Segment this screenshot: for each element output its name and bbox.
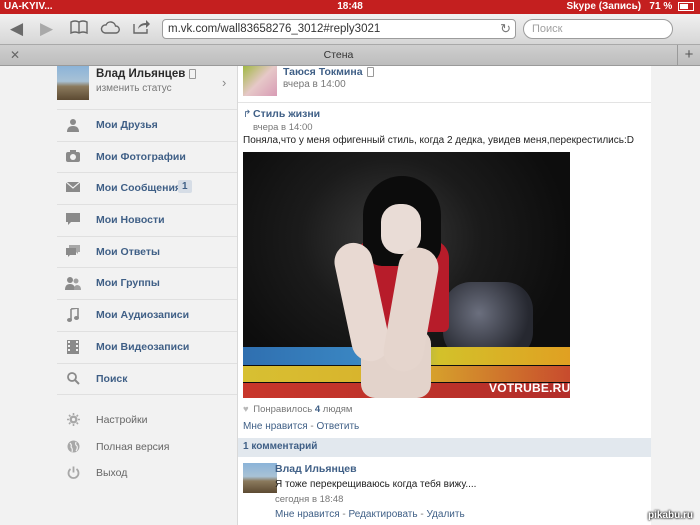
menu-separator: [57, 395, 237, 405]
post-text: Поняла,что у меня офигенный стиль, когда…: [243, 135, 634, 146]
sidebar-item-answers[interactable]: Мои Ответы: [57, 237, 237, 269]
profile-header[interactable]: Влад Ильянцев изменить статус ›: [0, 66, 237, 106]
plus-icon[interactable]: +: [677, 45, 700, 65]
battery-icon: [678, 1, 694, 11]
sidebar-item-audio[interactable]: Мои Аудиозаписи: [57, 300, 237, 332]
post-author-avatar[interactable]: [243, 66, 277, 96]
profile-name: Влад Ильянцев: [96, 68, 197, 80]
sidebar: Влад Ильянцев изменить статус › Мои Друз…: [0, 66, 238, 525]
close-icon[interactable]: ✕: [10, 45, 20, 65]
divider: [238, 102, 651, 103]
person-icon: [65, 118, 81, 132]
reload-icon[interactable]: ↻: [500, 20, 511, 38]
sidebar-item-logout[interactable]: Выход: [57, 458, 237, 485]
likes-count: 4: [314, 404, 321, 415]
browser-toolbar: ◀ ▶ m.vk.com/wall83658276_3012#reply3021…: [0, 14, 700, 45]
comments-count: 1 комментарий: [243, 441, 318, 452]
right-margin: [651, 66, 700, 525]
sidebar-item-friends[interactable]: Мои Друзья: [57, 109, 237, 142]
mobile-icon: [366, 67, 374, 78]
search-placeholder: Поиск: [532, 23, 563, 35]
ios-status-bar: UA-KYIV... 18:48 Skype (Запись) 71 %: [0, 0, 700, 14]
film-icon: [65, 339, 81, 354]
speech-bubble-icon: [65, 213, 81, 227]
gear-icon: [65, 413, 81, 427]
camera-icon: [65, 149, 81, 164]
photo-figure-face: [381, 204, 421, 254]
repost-time: вчера в 14:00: [253, 122, 313, 133]
back-arrow-icon[interactable]: ◀: [10, 19, 23, 39]
book-icon[interactable]: [70, 19, 88, 39]
wall-post-view: Таюся Токмина вчера в 14:00 ↱ Стиль жизн…: [238, 66, 651, 525]
chat-bubbles-icon: [65, 244, 81, 259]
sidebar-item-search[interactable]: Поиск: [57, 364, 237, 396]
chevron-right-icon: ›: [222, 75, 227, 90]
sidebar-menu: Мои Друзья Мои Фотографии Мои Сообщения …: [57, 109, 237, 485]
status-right: Skype (Запись) 71 %: [566, 1, 694, 12]
comment-author-avatar[interactable]: [243, 463, 277, 493]
post-actions: Мне нравится - Ответить: [243, 421, 360, 432]
music-note-icon: [65, 307, 81, 323]
photo-watermark: VOTRUBE.RU: [489, 381, 570, 395]
comment-like-link[interactable]: Мне нравится: [275, 509, 340, 520]
globe-icon: [65, 440, 81, 454]
post-time: вчера в 14:00: [283, 79, 346, 90]
pikabu-watermark: pikabu.ru: [648, 510, 694, 521]
heart-icon: ♥: [243, 404, 249, 415]
tab-bar: Стена ✕ +: [0, 45, 700, 66]
tab-wall[interactable]: Стена: [0, 45, 677, 65]
sidebar-item-groups[interactable]: Мои Группы: [57, 268, 237, 301]
battery-label: 71 %: [649, 1, 673, 12]
likes-summary[interactable]: ♥ Понравилось 4 людям: [243, 404, 352, 415]
profile-status[interactable]: изменить статус: [96, 83, 172, 94]
share-icon[interactable]: [133, 19, 151, 39]
envelope-icon: [65, 181, 81, 195]
mobile-icon: [189, 68, 197, 79]
sidebar-item-video[interactable]: Мои Видеозаписи: [57, 332, 237, 364]
comment-text: Я тоже перекрещиваюсь когда тебя вижу...…: [275, 479, 477, 490]
skype-recording-label: Skype (Запись): [566, 1, 642, 12]
like-link[interactable]: Мне нравится: [243, 421, 308, 432]
tab-title: Стена: [323, 49, 354, 61]
comments-header: 1 комментарий: [238, 438, 651, 457]
url-field[interactable]: m.vk.com/wall83658276_3012#reply3021 ↻: [162, 19, 516, 39]
cloud-icon[interactable]: [100, 19, 120, 39]
post-photo[interactable]: VOTRUBE.RU: [243, 152, 570, 398]
url-text: m.vk.com/wall83658276_3012#reply3021: [168, 23, 381, 35]
post-author-name[interactable]: Таюся Токмина: [283, 66, 374, 78]
repost-source-title[interactable]: Стиль жизни: [253, 108, 320, 120]
repost-arrow-icon: ↱: [243, 109, 252, 120]
comment-time: сегодня в 18:48: [275, 494, 344, 505]
sidebar-item-full-version[interactable]: Полная версия: [57, 432, 237, 459]
avatar: [57, 66, 89, 100]
sidebar-item-photos[interactable]: Мои Фотографии: [57, 142, 237, 174]
search-icon: [65, 371, 81, 386]
comment-author-name[interactable]: Влад Ильянцев: [275, 463, 357, 475]
sidebar-item-news[interactable]: Мои Новости: [57, 205, 237, 237]
forward-arrow-icon[interactable]: ▶: [40, 19, 53, 39]
comment-edit-link[interactable]: Редактировать: [349, 509, 418, 520]
sidebar-item-messages[interactable]: Мои Сообщения 1: [57, 173, 237, 206]
sidebar-item-settings[interactable]: Настройки: [57, 405, 237, 432]
search-field[interactable]: Поиск: [523, 19, 673, 39]
comment-delete-link[interactable]: Удалить: [426, 509, 464, 520]
messages-count-badge: 1: [178, 180, 192, 194]
power-icon: [65, 466, 81, 480]
group-icon: [65, 276, 81, 291]
reply-link[interactable]: Ответить: [317, 421, 360, 432]
comment-actions: Мне нравится - Редактировать - Удалить: [275, 509, 465, 520]
